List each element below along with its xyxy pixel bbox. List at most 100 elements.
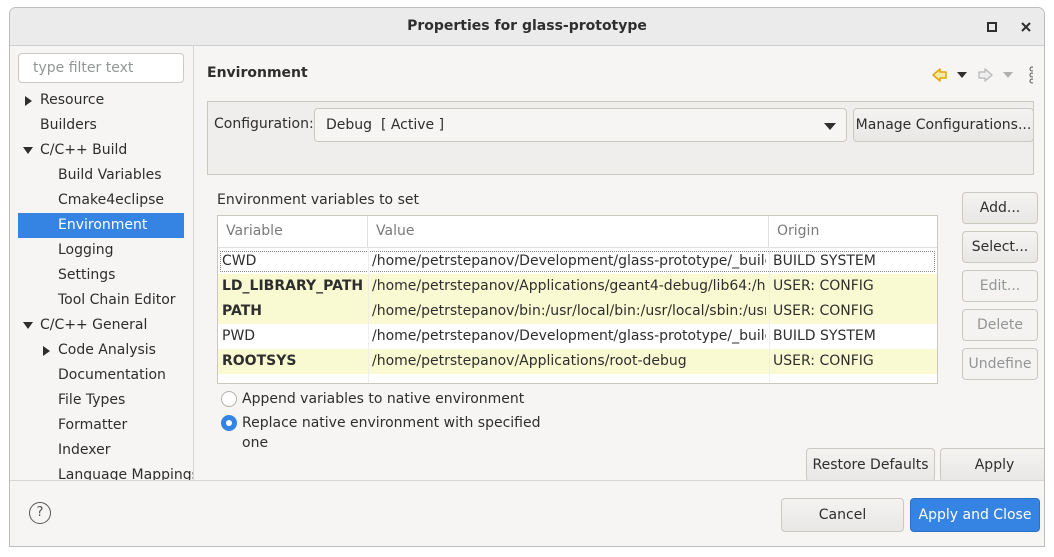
cell-origin: USER: CONFIG	[773, 303, 874, 319]
column-header-value[interactable]: Value	[368, 216, 769, 248]
tree-item-label: Resource	[40, 92, 105, 108]
cell-value: /home/petrstepanov/bin:/usr/local/bin:/u…	[372, 303, 766, 319]
tree-item-label: Settings	[58, 267, 116, 283]
column-divider	[368, 248, 369, 383]
expand-arrow-icon[interactable]	[42, 345, 52, 357]
tree-item-label: Language Mappings	[58, 467, 194, 480]
tree-item-label: File Types	[58, 392, 126, 408]
restore-defaults-button[interactable]: Restore Defaults	[806, 448, 935, 482]
cell-origin: BUILD SYSTEM	[773, 253, 876, 269]
close-icon	[1021, 22, 1031, 32]
env-variables-label: Environment variables to set	[217, 192, 419, 208]
undefine-button[interactable]: Undefine	[962, 348, 1038, 380]
radio-indicator[interactable]	[221, 391, 237, 407]
apply-and-close-button[interactable]: Apply and Close	[910, 498, 1040, 532]
back-arrow-icon[interactable]	[932, 68, 947, 82]
tree-item-label: Environment	[58, 217, 148, 233]
filter-input[interactable]: type filter text	[18, 53, 184, 83]
delete-button[interactable]: Delete	[962, 309, 1038, 341]
configuration-label: Configuration:	[214, 116, 314, 132]
tree-item-cpp-general[interactable]: C/C++ General	[18, 313, 184, 338]
environment-page: Environment Configuration: Debug [Activ…	[195, 46, 1044, 482]
cell-value: /home/petrstepanov/Development/glass-pro…	[372, 253, 766, 269]
tree-item-tool-chain-editor[interactable]: Tool Chain Editor	[18, 288, 184, 313]
table-row[interactable]: ROOTSYS /home/petrstepanov/Applications/…	[218, 349, 937, 374]
forward-menu-icon[interactable]	[1003, 72, 1013, 78]
tree-item-documentation[interactable]: Documentation	[18, 363, 184, 388]
tree-item-label: Tool Chain Editor	[58, 292, 176, 308]
maximize-button[interactable]	[982, 17, 1002, 37]
manage-configurations-button[interactable]: Manage Configurations...	[853, 108, 1034, 142]
tree-item-cpp-build[interactable]: C/C++ Build	[18, 138, 184, 163]
tree-item-label: Builders	[40, 117, 97, 133]
tree-item-build-variables[interactable]: Build Variables	[18, 163, 184, 188]
table-row[interactable]: PWD /home/petrstepanov/Development/glass…	[218, 324, 937, 349]
tree-item-label: Indexer	[58, 442, 111, 458]
table-row[interactable]: LD_LIBRARY_PATH /home/petrstepanov/Appli…	[218, 274, 937, 299]
tree-item-file-types[interactable]: File Types	[18, 388, 184, 413]
table-row[interactable]: CWD /home/petrstepanov/Development/glass…	[218, 249, 937, 274]
add-button[interactable]: Add...	[962, 192, 1038, 224]
tree-item-label: Formatter	[58, 417, 128, 433]
cell-variable: PWD	[222, 328, 256, 344]
tree-item-label: Cmake4eclipse	[58, 192, 165, 208]
tree-item-label: Documentation	[58, 367, 166, 383]
configuration-select[interactable]: Debug [ Active ]	[314, 108, 847, 142]
apply-button[interactable]: Apply	[940, 448, 1044, 482]
cancel-button[interactable]: Cancel	[781, 498, 904, 532]
cell-variable: CWD	[222, 253, 257, 269]
tree-item-formatter[interactable]: Formatter	[18, 413, 184, 438]
tree-item-cmake4eclipse[interactable]: Cmake4eclipse	[18, 188, 184, 213]
dialog-footer: ? Cancel Apply and Close	[10, 480, 1044, 546]
page-navigation	[923, 65, 1035, 85]
column-divider	[769, 248, 770, 383]
tree-item-language-mappings[interactable]: Language Mappings	[18, 463, 193, 480]
collapse-arrow-icon[interactable]	[22, 320, 34, 332]
help-icon[interactable]: ?	[29, 502, 51, 524]
title-bar: Properties for glass-prototype	[10, 8, 1044, 46]
back-menu-icon[interactable]	[957, 72, 967, 78]
tree-item-label: C/C++ Build	[40, 142, 128, 158]
tree-item-label: C/C++ General	[40, 317, 148, 333]
window-title: Properties for glass-prototype	[407, 18, 647, 34]
cell-value: /home/petrstepanov/Applications/root-deb…	[372, 353, 687, 369]
select-button[interactable]: Select...	[962, 231, 1038, 263]
tree-item-code-analysis[interactable]: Code Analysis	[18, 338, 184, 363]
env-variables-table[interactable]: Variable Value Origin CWD /home/petrstep…	[217, 215, 938, 384]
cell-variable: PATH	[222, 303, 262, 319]
tree-item-label: Code Analysis	[58, 342, 156, 358]
replace-environment-radio[interactable]: Replace native environment with specifie…	[221, 413, 561, 451]
tree-item-builders[interactable]: Builders	[18, 113, 184, 138]
tree-item-resource[interactable]: Resource	[18, 88, 184, 113]
cell-origin: USER: CONFIG	[773, 278, 874, 294]
tree-item-settings[interactable]: Settings	[18, 263, 184, 288]
radio-indicator[interactable]	[221, 415, 237, 431]
more-vertical-icon[interactable]	[1029, 66, 1035, 84]
column-header-variable[interactable]: Variable	[218, 216, 368, 248]
tree-item-environment[interactable]: Environment	[18, 213, 184, 238]
tree-item-logging[interactable]: Logging	[18, 238, 184, 263]
cell-variable: LD_LIBRARY_PATH	[222, 278, 364, 294]
tree-item-indexer[interactable]: Indexer	[18, 438, 184, 463]
table-row[interactable]: PATH /home/petrstepanov/bin:/usr/local/b…	[218, 299, 937, 324]
cell-value: /home/petrstepanov/Development/glass-pro…	[372, 328, 766, 344]
edit-button[interactable]: Edit...	[962, 270, 1038, 302]
tree-item-label: Build Variables	[58, 167, 162, 183]
column-header-origin[interactable]: Origin	[769, 216, 937, 248]
forward-arrow-icon[interactable]	[978, 68, 993, 82]
table-header: Variable Value Origin	[218, 216, 937, 248]
cell-value: /home/petrstepanov/Applications/geant4-d…	[372, 278, 766, 294]
configuration-selected-value: Debug [ Active ]	[326, 117, 445, 133]
properties-tree-panel: type filter text Resource Builders C/C++…	[10, 46, 194, 480]
append-environment-radio[interactable]: Append variables to native environment	[221, 389, 561, 409]
page-title: Environment	[207, 65, 308, 81]
cell-variable: ROOTSYS	[222, 353, 297, 369]
expand-arrow-icon[interactable]	[24, 95, 34, 107]
chevron-down-icon	[824, 123, 836, 130]
properties-dialog: Properties for glass-prototype type filt…	[9, 7, 1045, 547]
maximize-icon	[987, 22, 997, 32]
close-button[interactable]	[1016, 17, 1036, 37]
radio-label: Replace native environment with specifie…	[242, 415, 541, 451]
tree-item-label: Logging	[58, 242, 114, 258]
collapse-arrow-icon[interactable]	[22, 145, 34, 157]
